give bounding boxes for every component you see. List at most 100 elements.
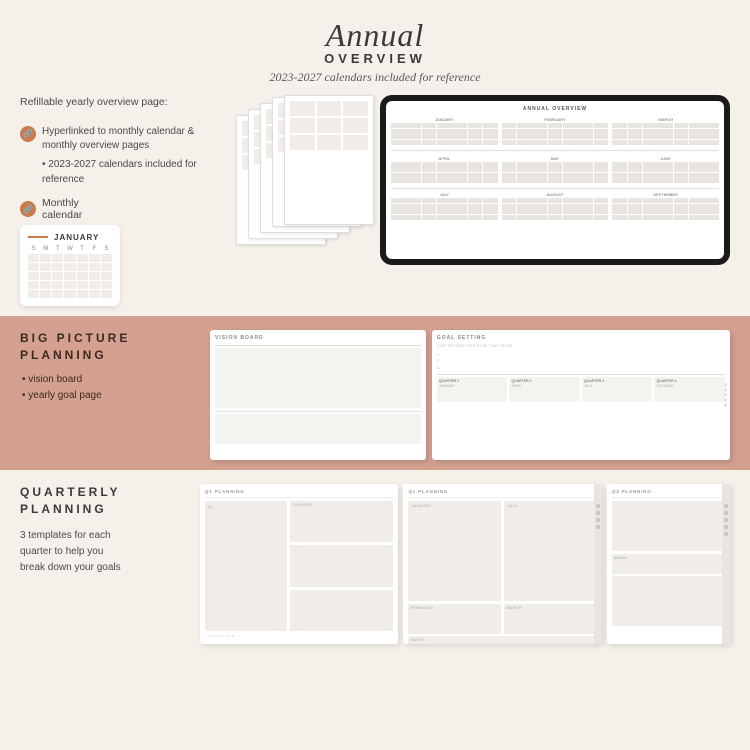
quarter4: QUARTER 4 OCTOBER [654,377,725,402]
cal-header: JANUARY [28,233,112,242]
q-page3-block2: MARCH [612,554,725,574]
cal-grid [28,254,112,298]
q-layout1: Q1 JANUARY [205,501,393,631]
monthly-label-area: 🔗 Monthly calendar [20,197,220,221]
q-label-q1: Q1 [208,504,284,509]
q-page3-title: Q3 PLANNING [612,489,725,494]
vision-board-footer [215,414,421,444]
big-picture-title: BIG PICTURE PLANNING [20,330,180,364]
annual-right: ANNUAL OVERVIEW JANUARY [236,95,730,265]
feature1: 🔗 Hyperlinked to monthly calendar & mont… [20,125,220,153]
big-picture-bullets: • vision board • yearly goal page [22,372,180,404]
screen-month-may: MAY [502,156,609,184]
q-january-col: JANUARY [408,501,501,601]
q-page2-title: Q1 PLANNING [408,489,596,494]
priority1: 1. [437,351,725,356]
title-area: Annual OVERVIEW [20,18,730,66]
quarterly-left: QUARTERLY PLANNING 3 templates for each … [20,484,180,644]
q-divider3 [612,497,725,498]
q-footer1: — blue sky LIFE — [205,634,393,638]
q-mar-col: MARCH [504,604,597,634]
goal-divider [437,374,725,375]
link-icon-2: 🔗 [20,201,36,217]
vision-board-page: VISION BOARD [210,330,426,460]
screen-month-apr: APRIL [391,156,498,184]
q-july-col: JULY [504,501,597,601]
priorities-label: TOP PRIORITIES FOR THE YEAR [437,343,725,348]
q-block3 [290,590,393,631]
screen-month-feb: FEBRUARY [502,117,609,145]
bottom-section: QUARTERLY PLANNING 3 templates for each … [0,470,750,750]
middle-section: BIG PICTURE PLANNING • vision board • ye… [0,316,750,470]
q-right-col1: JANUARY [290,501,393,631]
bullet-yearly: • yearly goal page [22,388,180,404]
quarterly-desc: 3 templates for each quarter to help you… [20,528,180,576]
screen-month-mar: MARCH [612,117,719,145]
q-jan-label2: JANUARY [411,504,498,508]
calendar-stack [236,95,376,265]
q-divider1 [205,497,393,498]
q-page-1: Q1 PLANNING Q1 JANUARY [200,484,398,644]
q-march-label: MARCH [614,556,723,560]
screen-month-aug: AUGUST [502,192,609,220]
mini-calendar-card: JANUARY S M T W T F S [20,225,120,306]
quarter-row: QUARTER 1 JANUARY QUARTER 2 APRIL QUARTE… [437,377,725,402]
screen-divider [391,150,719,151]
q-january-block: JANUARY [290,501,393,542]
cal-month: JANUARY [54,233,99,242]
bullet-vision: • vision board [22,372,180,388]
tablet-mockup: ANNUAL OVERVIEW JANUARY [380,95,730,265]
quarter2: QUARTER 2 APRIL [509,377,580,402]
cal-page-5 [284,95,374,225]
main-title-block: OVERVIEW [20,51,730,66]
goal-setting-title: GOAL SETTING [437,335,725,341]
screen-months-bottom: JULY AUGUST [391,192,719,220]
annual-left: Refillable yearly overview page: 🔗 Hyper… [20,95,220,306]
quarter3: QUARTER 3 JULY [582,377,653,402]
screen-months-middle: APRIL MAY [391,154,719,186]
vision-board-line2 [215,411,421,412]
q-page3-block3 [612,576,725,626]
vision-board-title: VISION BOARD [215,335,421,341]
cal-line [28,236,48,238]
quarterly-title: QUARTERLY PLANNING [20,484,180,518]
planner-pages: VISION BOARD GOAL SETTING TOP PRIORITIES… [210,330,730,460]
screen-title: ANNUAL OVERVIEW [391,106,719,112]
q-page1-title: Q1 PLANNING [205,489,393,494]
subtitle: 2023-2027 calendars included for referen… [20,70,730,85]
big-picture-layout: BIG PICTURE PLANNING • vision board • ye… [20,330,730,460]
vision-board-line [215,345,421,346]
annual-content: Refillable yearly overview page: 🔗 Hyper… [20,95,730,306]
vision-board-content [215,348,421,408]
main-title-cursive: Annual [20,18,730,53]
screen-month-sep: SEPTEMBER [612,192,719,220]
priority2: 2. [437,358,725,363]
q-left-block: Q1 [205,501,287,631]
q-mar-label: MARCH [506,606,595,610]
screen-months-top: JANUARY FEBRUARY [391,115,719,147]
q-divider2 [408,497,596,498]
screen-divider2 [391,188,719,189]
q-feb-col: FEBRUARY [408,604,501,634]
q-notes-block: NOTES [408,636,596,644]
q-block2 [290,545,393,586]
mini-tab-bar3 [722,484,730,644]
goal-setting-page: GOAL SETTING TOP PRIORITIES FOR THE YEAR… [432,330,730,460]
quarter1: QUARTER 1 JANUARY [437,377,508,402]
q-page-3: Q3 PLANNING MARCH [607,484,730,644]
bullet-items: • 2023-2027 calendars included for refer… [42,157,220,187]
page-dots [724,383,727,406]
screen-month-jan: JANUARY [391,117,498,145]
feature1-text: Hyperlinked to monthly calendar & monthl… [42,125,220,153]
cal-days-header: S M T W T F S [28,246,112,252]
tablet-screen: ANNUAL OVERVIEW JANUARY [386,101,724,259]
page: Annual OVERVIEW 2023-2027 calendars incl… [0,0,750,750]
q-jan-label: JANUARY [292,503,391,507]
q-feb-label: FEBRUARY [410,606,499,610]
big-picture-text: BIG PICTURE PLANNING • vision board • ye… [20,330,180,404]
q-layout2: JANUARY JULY [408,501,596,601]
q-jul-label: JULY [507,504,594,508]
screen-month-jul: JULY [391,192,498,220]
priority3: 3. [437,365,725,370]
mini-tab-bar2 [594,484,602,644]
